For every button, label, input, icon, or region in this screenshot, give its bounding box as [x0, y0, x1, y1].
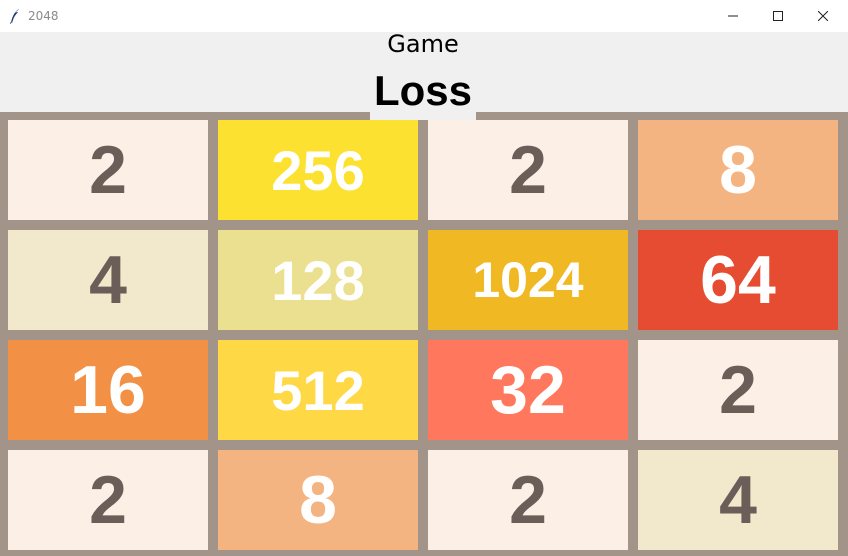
window-title: 2048: [28, 9, 59, 23]
game-status: Loss: [373, 67, 473, 114]
tile: 128: [218, 230, 418, 330]
game-label: Game: [387, 30, 459, 58]
tile: 2: [428, 450, 628, 550]
minimize-button[interactable]: [710, 0, 756, 32]
tile: 1024: [428, 230, 628, 330]
tile: 4: [638, 450, 838, 550]
tile: 2: [8, 120, 208, 220]
title-bar[interactable]: 2048: [0, 0, 848, 32]
game-board: 2 256 2 8 4 128 1024 64 16 512 32 2 2 8 2 4: [0, 112, 848, 556]
tile: 512: [218, 340, 418, 440]
maximize-button[interactable]: [755, 0, 801, 32]
tile: 4: [8, 230, 208, 330]
tile: 16: [8, 340, 208, 440]
close-button[interactable]: [800, 0, 846, 32]
tile: 64: [638, 230, 838, 330]
tile: 8: [638, 120, 838, 220]
minimize-icon: [728, 15, 738, 17]
tile: 2: [428, 120, 628, 220]
feather-icon: [9, 8, 20, 24]
close-icon: [818, 11, 828, 21]
tile: 2: [638, 340, 838, 440]
tile: 2: [8, 450, 208, 550]
tile: 256: [218, 120, 418, 220]
tile: 8: [218, 450, 418, 550]
tile: 32: [428, 340, 628, 440]
status-label-background: [370, 112, 476, 120]
maximize-icon: [773, 11, 783, 21]
